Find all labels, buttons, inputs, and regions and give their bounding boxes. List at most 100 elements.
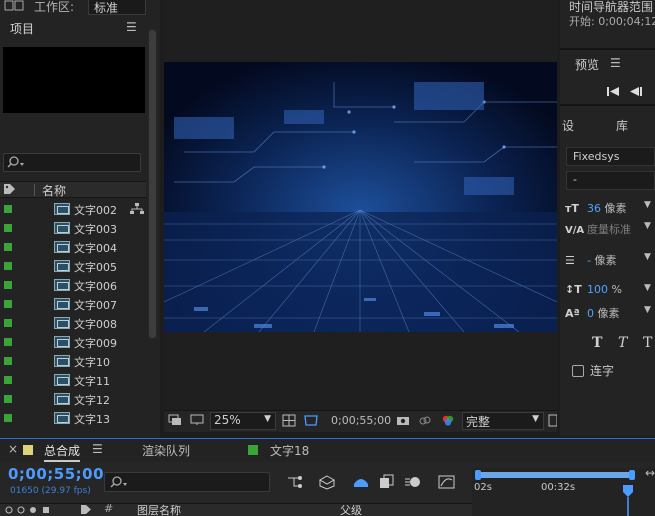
project-search-input[interactable]: [3, 153, 141, 172]
label-tag-icon[interactable]: [3, 183, 17, 195]
panel-menu-icon[interactable]: ☰: [610, 56, 621, 70]
list-item[interactable]: 文字006: [0, 276, 146, 295]
list-item[interactable]: 文字12: [0, 390, 146, 409]
color-channels-icon[interactable]: [440, 414, 456, 427]
list-item[interactable]: 文字005: [0, 257, 146, 276]
leading-value[interactable]: -: [587, 254, 591, 267]
project-scrollbar-thumb[interactable]: [149, 30, 156, 338]
camera-icon[interactable]: [396, 415, 410, 426]
kerning-icon: V/A: [565, 225, 585, 236]
list-item[interactable]: 文字009: [0, 333, 146, 352]
project-thumbnail: [3, 47, 145, 113]
ruler-tick-label: 02s: [474, 482, 492, 493]
chevron-down-icon[interactable]: ▼: [644, 252, 651, 262]
workspace-icon[interactable]: [4, 0, 26, 12]
composition-preview-image[interactable]: [164, 62, 557, 332]
list-item[interactable]: 文字004: [0, 238, 146, 257]
ligature-checkbox[interactable]: [572, 365, 584, 377]
always-preview-icon[interactable]: [168, 414, 182, 426]
label-swatch: [4, 319, 12, 327]
list-item[interactable]: 文字003: [0, 219, 146, 238]
range-end-handle[interactable]: [629, 470, 635, 480]
chevron-down-icon[interactable]: ▼: [644, 305, 651, 315]
font-family-select[interactable]: Fixedsys: [566, 147, 655, 166]
close-icon[interactable]: ×: [8, 442, 18, 456]
baseline-shift-unit: 像素: [597, 307, 620, 320]
column-layer-name-header[interactable]: 图层名称: [137, 502, 181, 516]
workspace-select[interactable]: 标准: [88, 0, 146, 15]
panel-menu-icon[interactable]: ☰: [92, 442, 103, 456]
label-tag-icon[interactable]: [80, 504, 92, 515]
visibility-icons[interactable]: [4, 505, 64, 515]
panel-menu-icon[interactable]: ☰: [126, 20, 137, 34]
column-name-header[interactable]: 名称: [42, 182, 66, 199]
all-caps-button[interactable]: T: [643, 335, 652, 351]
search-icon: [7, 156, 24, 168]
label-swatch: [4, 224, 12, 232]
link-icon[interactable]: [418, 415, 432, 426]
tab-render-queue[interactable]: 渲染队列: [142, 442, 190, 459]
kerning-row[interactable]: V/A 度量标准 ▼: [565, 221, 651, 239]
chevron-down-icon[interactable]: ▼: [644, 283, 651, 293]
font-size-row[interactable]: ᴛT 36 像素 ▼: [565, 200, 651, 218]
resolution-select[interactable]: 完整 ▼: [462, 412, 544, 430]
faux-italic-button[interactable]: T: [618, 335, 627, 351]
ruler-tick-label: 00:32s: [541, 482, 576, 493]
leading-unit: 像素: [594, 254, 617, 267]
baseline-shift-row[interactable]: Aª 0 像素 ▼: [565, 305, 651, 323]
safe-margins-icon[interactable]: [282, 414, 296, 427]
draft-3d-icon[interactable]: [318, 474, 336, 490]
baseline-shift-icon: Aª: [565, 307, 580, 320]
item-name: 文字008: [74, 318, 117, 331]
list-item[interactable]: 文字13: [0, 409, 146, 428]
composition-icon: [54, 241, 70, 253]
navigator-start: 开始: 0;00;04;12: [569, 15, 655, 28]
timeline-frame-count: 01650 (29.97 fps): [10, 486, 91, 496]
flowchart-icon[interactable]: [130, 202, 144, 216]
baseline-shift-value[interactable]: 0: [587, 307, 594, 320]
timeline-search-input[interactable]: [104, 472, 270, 492]
timeline-expand-icon[interactable]: ↔: [645, 466, 655, 480]
mask-visibility-icon[interactable]: [303, 414, 319, 427]
shy-layers-icon[interactable]: [352, 474, 370, 490]
item-name: 文字007: [74, 299, 117, 312]
list-item[interactable]: 文字008: [0, 314, 146, 333]
tab-settings[interactable]: 设: [562, 117, 574, 134]
motion-blur-icon[interactable]: [404, 474, 422, 490]
graph-editor-icon[interactable]: [438, 474, 456, 490]
monitor-icon[interactable]: [190, 414, 204, 426]
vertical-scale-row[interactable]: ↕T 100 % ▼: [565, 283, 651, 301]
font-size-value[interactable]: 36: [587, 202, 601, 215]
timeline-current-time[interactable]: 0;00;55;00: [8, 465, 104, 483]
region-of-interest-icon[interactable]: [548, 414, 557, 427]
faux-bold-button[interactable]: T: [592, 335, 602, 351]
viewer-timecode[interactable]: 0;00;55;00: [331, 414, 391, 427]
frame-blending-icon[interactable]: [378, 474, 396, 490]
tab-text-comp[interactable]: 文字18: [270, 442, 309, 459]
playhead[interactable]: [622, 484, 634, 516]
vertical-scale-icon: ↕T: [565, 283, 582, 296]
work-area-range[interactable]: [478, 472, 633, 478]
chevron-down-icon[interactable]: ▼: [644, 200, 651, 210]
vertical-scale-value[interactable]: 100: [587, 283, 608, 296]
zoom-select[interactable]: 25% ▼: [210, 412, 276, 430]
composition-icon: [54, 260, 70, 272]
first-frame-icon[interactable]: [606, 86, 620, 97]
comp-flowchart-icon[interactable]: [286, 474, 304, 490]
label-swatch: [4, 243, 12, 251]
list-item[interactable]: 文字007: [0, 295, 146, 314]
kerning-value[interactable]: 度量标准: [587, 223, 631, 236]
list-item[interactable]: 文字002: [0, 200, 146, 219]
label-swatch: [4, 281, 12, 289]
column-parent-header[interactable]: 父级: [340, 502, 362, 516]
composition-icon: [54, 279, 70, 291]
range-start-handle[interactable]: [475, 470, 481, 480]
font-style-select[interactable]: -: [566, 171, 655, 190]
leading-row[interactable]: ☰ - 像素 ▼: [565, 252, 651, 270]
tab-main-comp[interactable]: 总合成: [44, 442, 81, 462]
chevron-down-icon[interactable]: ▼: [644, 221, 651, 231]
tab-library[interactable]: 库: [616, 117, 628, 134]
list-item[interactable]: 文字11: [0, 371, 146, 390]
list-item[interactable]: 文字10: [0, 352, 146, 371]
previous-frame-icon[interactable]: [629, 86, 643, 97]
